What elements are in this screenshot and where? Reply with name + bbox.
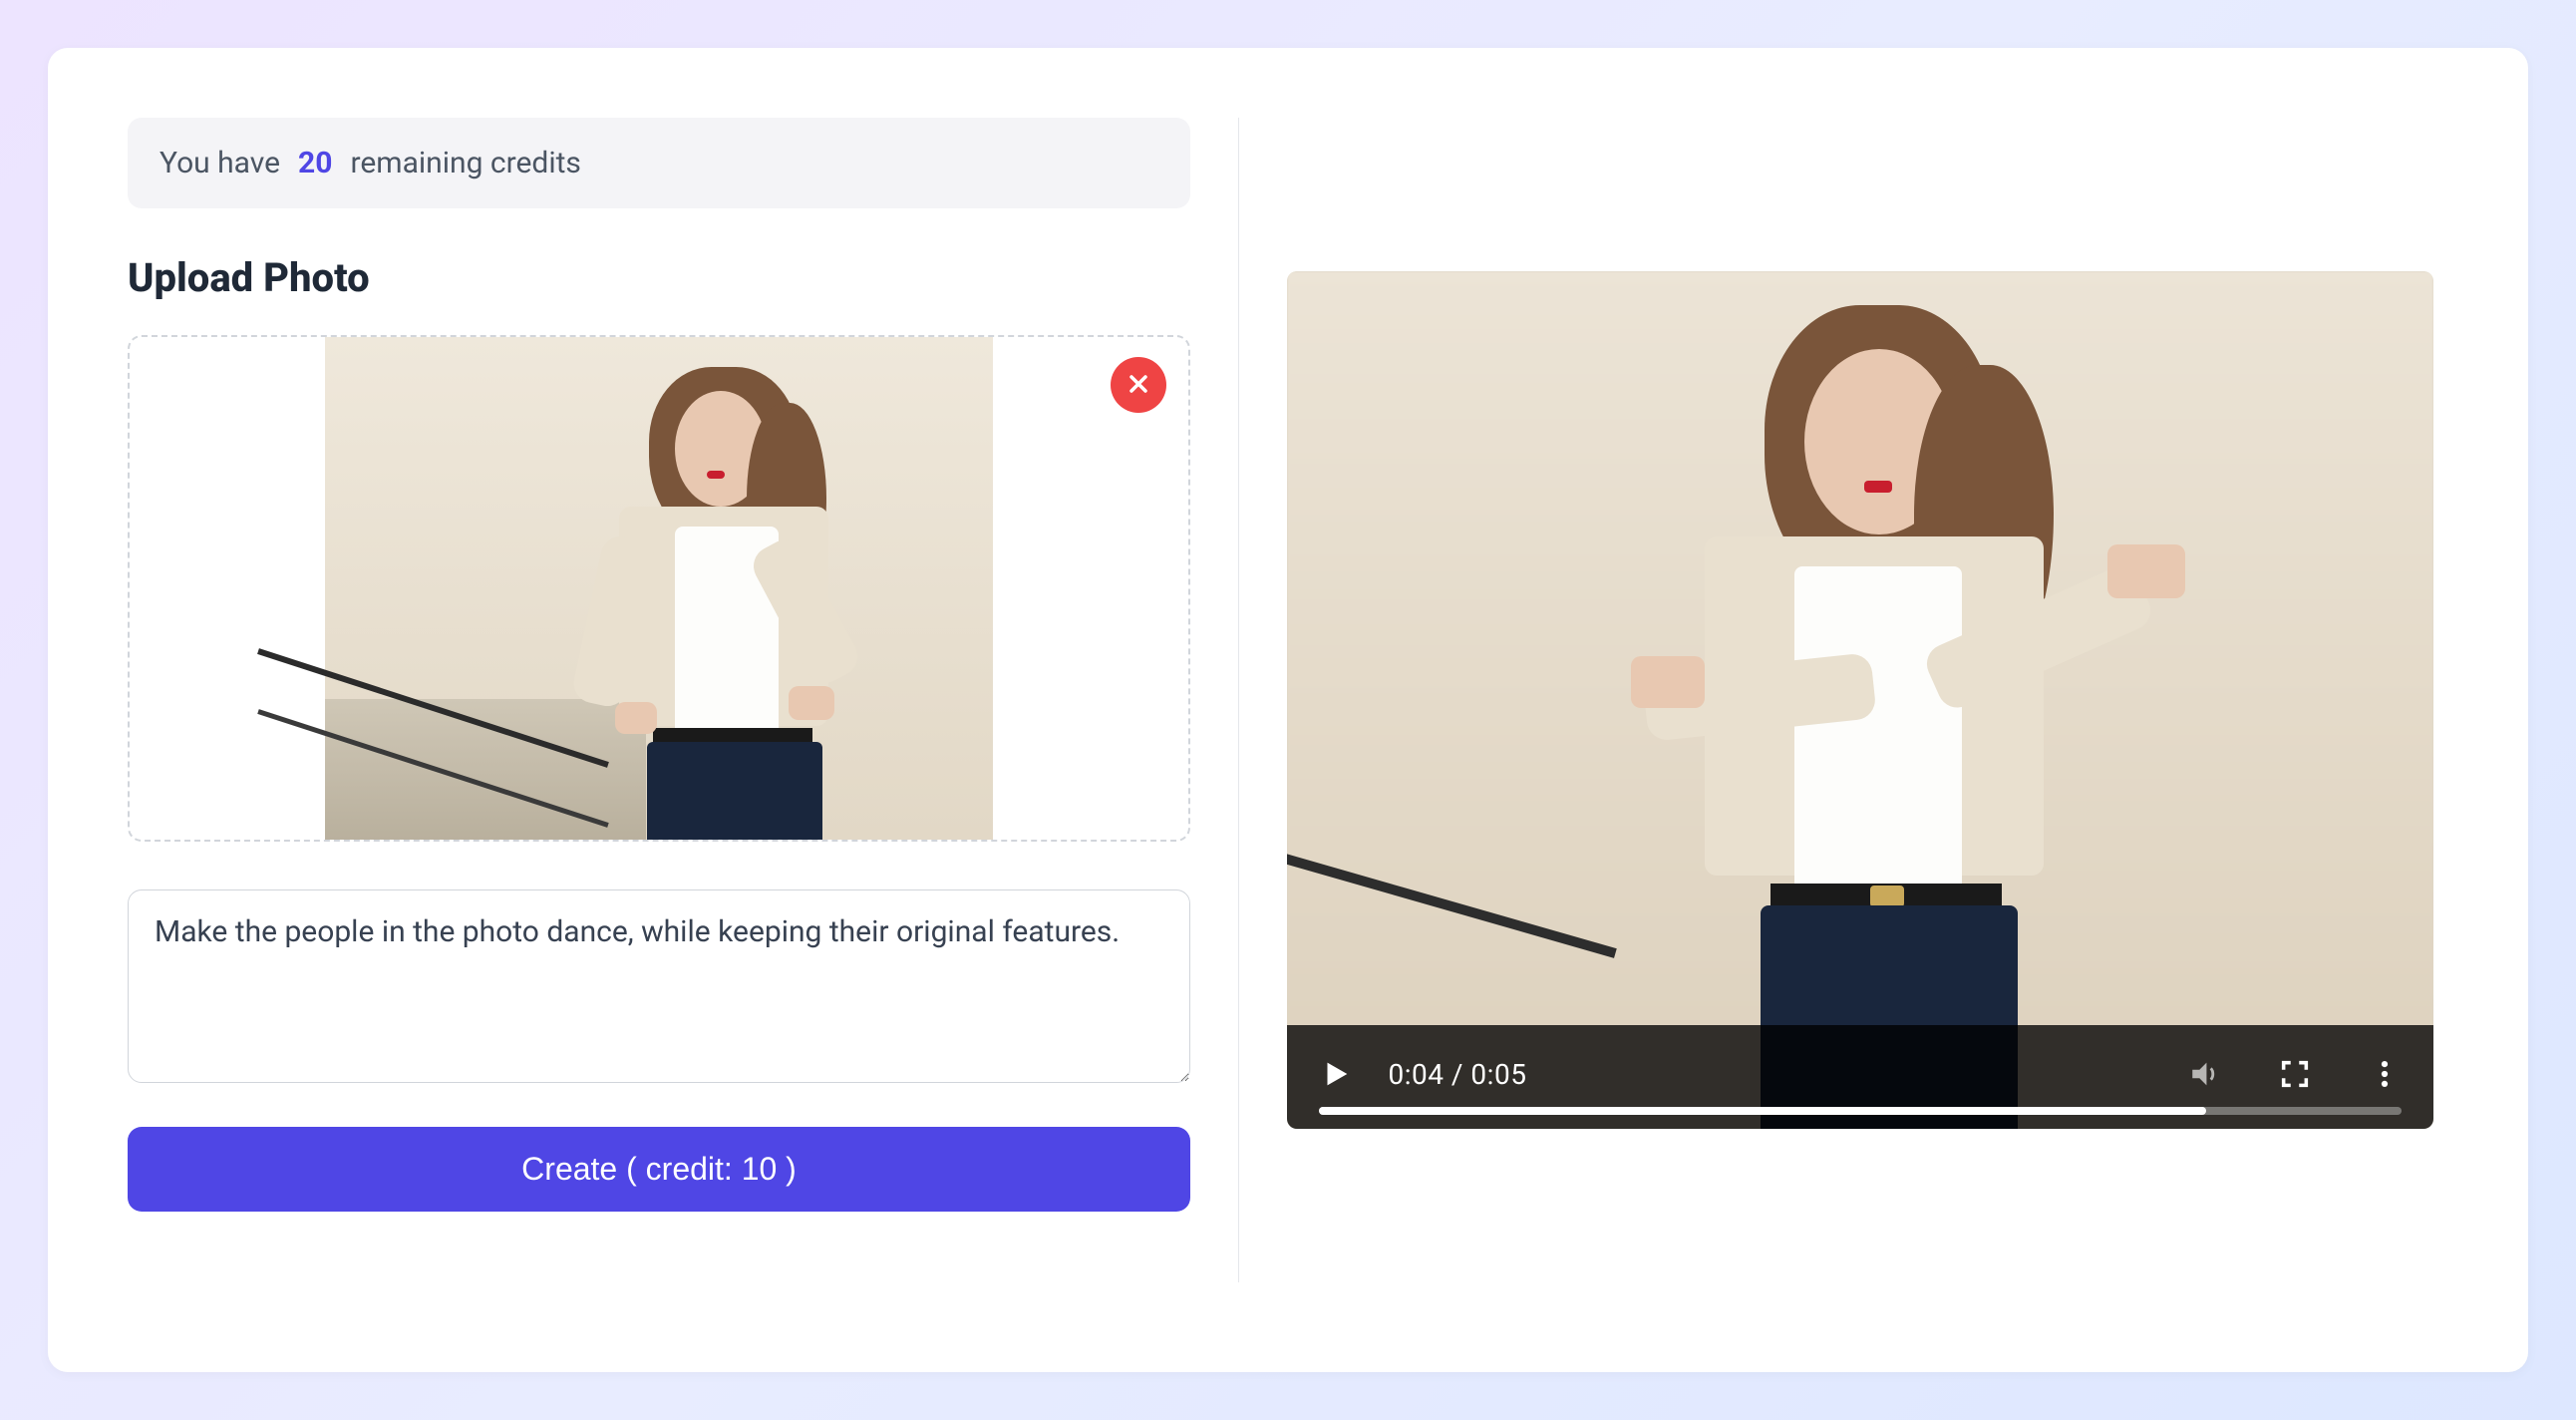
right-column: 0:04 / 0:05 bbox=[1239, 118, 2448, 1282]
video-controls: 0:04 / 0:05 bbox=[1287, 1025, 2433, 1129]
close-icon bbox=[1125, 370, 1152, 401]
more-options-icon[interactable] bbox=[2368, 1057, 2402, 1091]
credits-count: 20 bbox=[298, 146, 332, 180]
prompt-textarea[interactable] bbox=[128, 889, 1190, 1083]
play-icon[interactable] bbox=[1319, 1057, 1353, 1091]
credits-suffix: remaining credits bbox=[350, 146, 580, 180]
credits-prefix: You have bbox=[160, 146, 280, 180]
create-button[interactable]: Create ( credit: 10 ) bbox=[128, 1127, 1190, 1212]
volume-icon[interactable] bbox=[2188, 1057, 2222, 1091]
uploaded-photo-thumbnail bbox=[325, 337, 993, 840]
remove-photo-button[interactable] bbox=[1111, 357, 1166, 413]
video-time: 0:04 / 0:05 bbox=[1389, 1058, 1527, 1091]
upload-dropzone[interactable] bbox=[128, 335, 1190, 842]
left-column: You have 20 remaining credits Upload Pho… bbox=[128, 118, 1239, 1282]
video-progress-bar[interactable] bbox=[1319, 1107, 2402, 1115]
video-progress-fill bbox=[1319, 1107, 2207, 1115]
video-player[interactable]: 0:04 / 0:05 bbox=[1287, 271, 2433, 1129]
upload-title: Upload Photo bbox=[128, 254, 1190, 301]
fullscreen-icon[interactable] bbox=[2278, 1057, 2312, 1091]
credits-banner: You have 20 remaining credits bbox=[128, 118, 1190, 208]
video-frame bbox=[1287, 271, 2433, 1129]
main-card: You have 20 remaining credits Upload Pho… bbox=[48, 48, 2528, 1372]
